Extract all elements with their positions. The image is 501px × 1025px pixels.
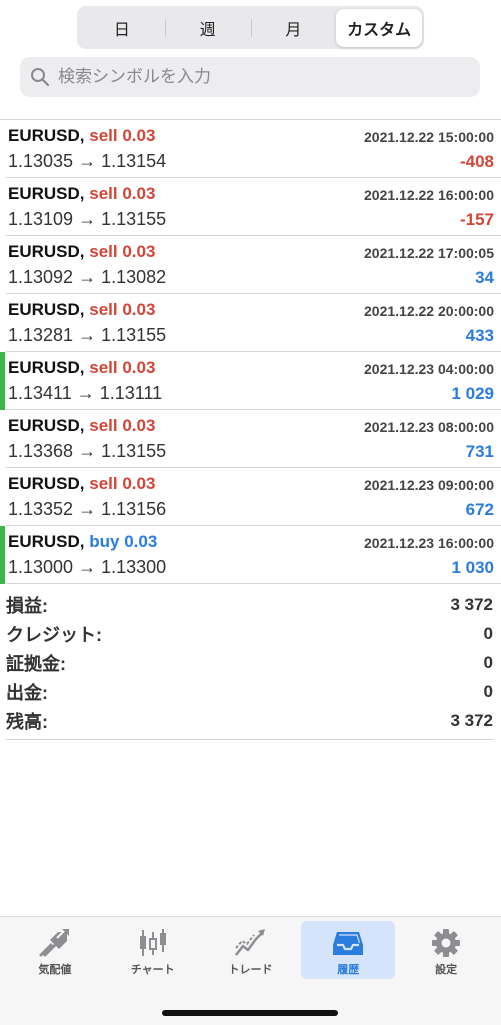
summary-withdrawal: 出金: 0 xyxy=(6,677,494,706)
segment-week[interactable]: 週 xyxy=(164,9,251,47)
order-type: sell 0.03 xyxy=(89,242,156,261)
history-row[interactable]: EURUSD, sell 0.03 2021.12.22 17:00:05 1.… xyxy=(6,236,501,294)
segment-day[interactable]: 日 xyxy=(79,9,165,47)
history-icon xyxy=(331,928,365,958)
order-symbol: EURUSD, xyxy=(8,300,85,319)
order-time: 2021.12.22 16:00:00 xyxy=(364,187,494,203)
history-row[interactable]: EURUSD, sell 0.03 2021.12.23 04:00:00 1.… xyxy=(0,352,501,410)
tab-label: トレード xyxy=(228,964,273,976)
order-type: sell 0.03 xyxy=(89,126,156,145)
order-symbol: EURUSD, xyxy=(8,126,85,145)
segment-custom[interactable]: カスタム xyxy=(336,8,422,47)
order-profit: 672 xyxy=(465,500,494,519)
summary-label: 損益: xyxy=(6,595,48,616)
order-symbol: EURUSD, xyxy=(8,184,85,203)
order-prices: 1.13281 → 1.13155 xyxy=(8,325,167,345)
summary-profit: 損益: 3 372 xyxy=(6,590,494,619)
history-row[interactable]: EURUSD, sell 0.03 2021.12.22 20:00:00 1.… xyxy=(6,294,501,352)
order-profit: 1 029 xyxy=(451,384,494,403)
order-title: EURUSD, sell 0.03 xyxy=(8,300,155,320)
summary-credit: クレジット: 0 xyxy=(6,619,494,648)
order-title: EURUSD, sell 0.03 xyxy=(8,184,155,204)
order-prices: 1.13092 → 1.13082 xyxy=(8,267,167,287)
home-indicator xyxy=(162,1010,338,1016)
quotes-icon xyxy=(38,928,72,958)
summary-label: 残高: xyxy=(6,711,48,732)
order-prices: 1.13368 → 1.13155 xyxy=(8,441,167,461)
order-title: EURUSD, sell 0.03 xyxy=(8,242,155,262)
tab-quotes[interactable]: 気配値 xyxy=(8,921,102,979)
order-time: 2021.12.23 04:00:00 xyxy=(364,361,494,377)
history-row[interactable]: EURUSD, sell 0.03 2021.12.22 15:00:00 1.… xyxy=(6,120,501,178)
summary-balance: 残高: 3 372 xyxy=(6,706,494,735)
history-list: EURUSD, sell 0.03 2021.12.22 15:00:00 1.… xyxy=(0,119,501,584)
order-profit: -408 xyxy=(459,152,494,171)
order-type: sell 0.03 xyxy=(89,474,156,493)
order-time: 2021.12.23 08:00:00 xyxy=(364,419,494,435)
order-title: EURUSD, sell 0.03 xyxy=(8,474,155,494)
order-type: sell 0.03 xyxy=(89,416,156,435)
history-row[interactable]: EURUSD, sell 0.03 2021.12.23 08:00:00 1.… xyxy=(6,410,501,468)
order-profit: 1 030 xyxy=(451,558,494,577)
summary-label: 証拠金: xyxy=(6,653,66,674)
order-time: 2021.12.23 16:00:00 xyxy=(364,535,494,551)
tab-label: 気配値 xyxy=(38,964,72,976)
order-type: sell 0.03 xyxy=(89,184,156,203)
tab-label: チャート xyxy=(130,964,175,976)
tab-label: 履歴 xyxy=(337,964,360,976)
summary-value: 3 372 xyxy=(450,594,493,614)
order-profit: 34 xyxy=(475,268,494,287)
summary-value: 3 372 xyxy=(450,710,493,730)
order-prices: 1.13411 → 1.13111 xyxy=(8,383,163,403)
order-title: EURUSD, buy 0.03 xyxy=(8,532,157,552)
tab-trade[interactable]: トレード xyxy=(203,921,297,979)
tab-bar: 気配値 チャート トレード 履歴 設定 xyxy=(0,916,501,1025)
order-symbol: EURUSD, xyxy=(8,242,85,261)
order-time: 2021.12.22 20:00:00 xyxy=(364,303,494,319)
order-title: EURUSD, sell 0.03 xyxy=(8,358,155,378)
order-symbol: EURUSD, xyxy=(8,532,85,551)
order-title: EURUSD, sell 0.03 xyxy=(8,416,155,436)
order-time: 2021.12.22 15:00:00 xyxy=(364,129,494,145)
period-segmented-control: 日 週 月 カスタム xyxy=(77,6,424,49)
history-row[interactable]: EURUSD, sell 0.03 2021.12.23 09:00:00 1.… xyxy=(6,468,501,526)
order-prices: 1.13352 → 1.13156 xyxy=(8,499,167,519)
tab-label: 設定 xyxy=(435,964,458,976)
chart-icon xyxy=(136,928,170,958)
segment-month[interactable]: 月 xyxy=(250,9,337,47)
trade-icon xyxy=(233,928,267,958)
summary-value: 0 xyxy=(483,681,493,701)
order-prices: 1.13109 → 1.13155 xyxy=(8,209,167,229)
order-symbol: EURUSD, xyxy=(8,358,85,377)
order-symbol: EURUSD, xyxy=(8,474,85,493)
order-profit: -157 xyxy=(459,210,494,229)
order-profit: 433 xyxy=(465,326,494,345)
order-profit: 731 xyxy=(465,442,494,461)
summary-value: 0 xyxy=(483,652,493,672)
order-prices: 1.13000 → 1.13300 xyxy=(8,557,167,577)
summary-margin: 証拠金: 0 xyxy=(6,648,494,677)
tab-history[interactable]: 履歴 xyxy=(301,921,396,979)
search-input[interactable] xyxy=(56,66,460,88)
order-time: 2021.12.22 17:00:05 xyxy=(364,245,494,261)
order-prices: 1.13035 → 1.13154 xyxy=(8,151,167,171)
order-title: EURUSD, sell 0.03 xyxy=(8,126,155,146)
order-type: sell 0.03 xyxy=(89,358,156,377)
order-type: sell 0.03 xyxy=(89,300,156,319)
summary-label: 出金: xyxy=(6,682,48,703)
tab-chart[interactable]: チャート xyxy=(106,921,200,979)
search-icon xyxy=(30,67,50,87)
order-type: buy 0.03 xyxy=(89,532,158,551)
summary-label: クレジット: xyxy=(6,624,102,645)
settings-icon xyxy=(429,928,463,958)
search-bar[interactable] xyxy=(20,57,480,97)
history-row[interactable]: EURUSD, sell 0.03 2021.12.22 16:00:00 1.… xyxy=(6,178,501,236)
summary-value: 0 xyxy=(483,623,493,643)
account-summary: 損益: 3 372 クレジット: 0 証拠金: 0 出金: 0 残高: 3 37… xyxy=(6,590,494,740)
order-symbol: EURUSD, xyxy=(8,416,85,435)
order-time: 2021.12.23 09:00:00 xyxy=(364,477,494,493)
history-row[interactable]: EURUSD, buy 0.03 2021.12.23 16:00:00 1.1… xyxy=(0,526,501,584)
tab-settings[interactable]: 設定 xyxy=(399,921,493,979)
